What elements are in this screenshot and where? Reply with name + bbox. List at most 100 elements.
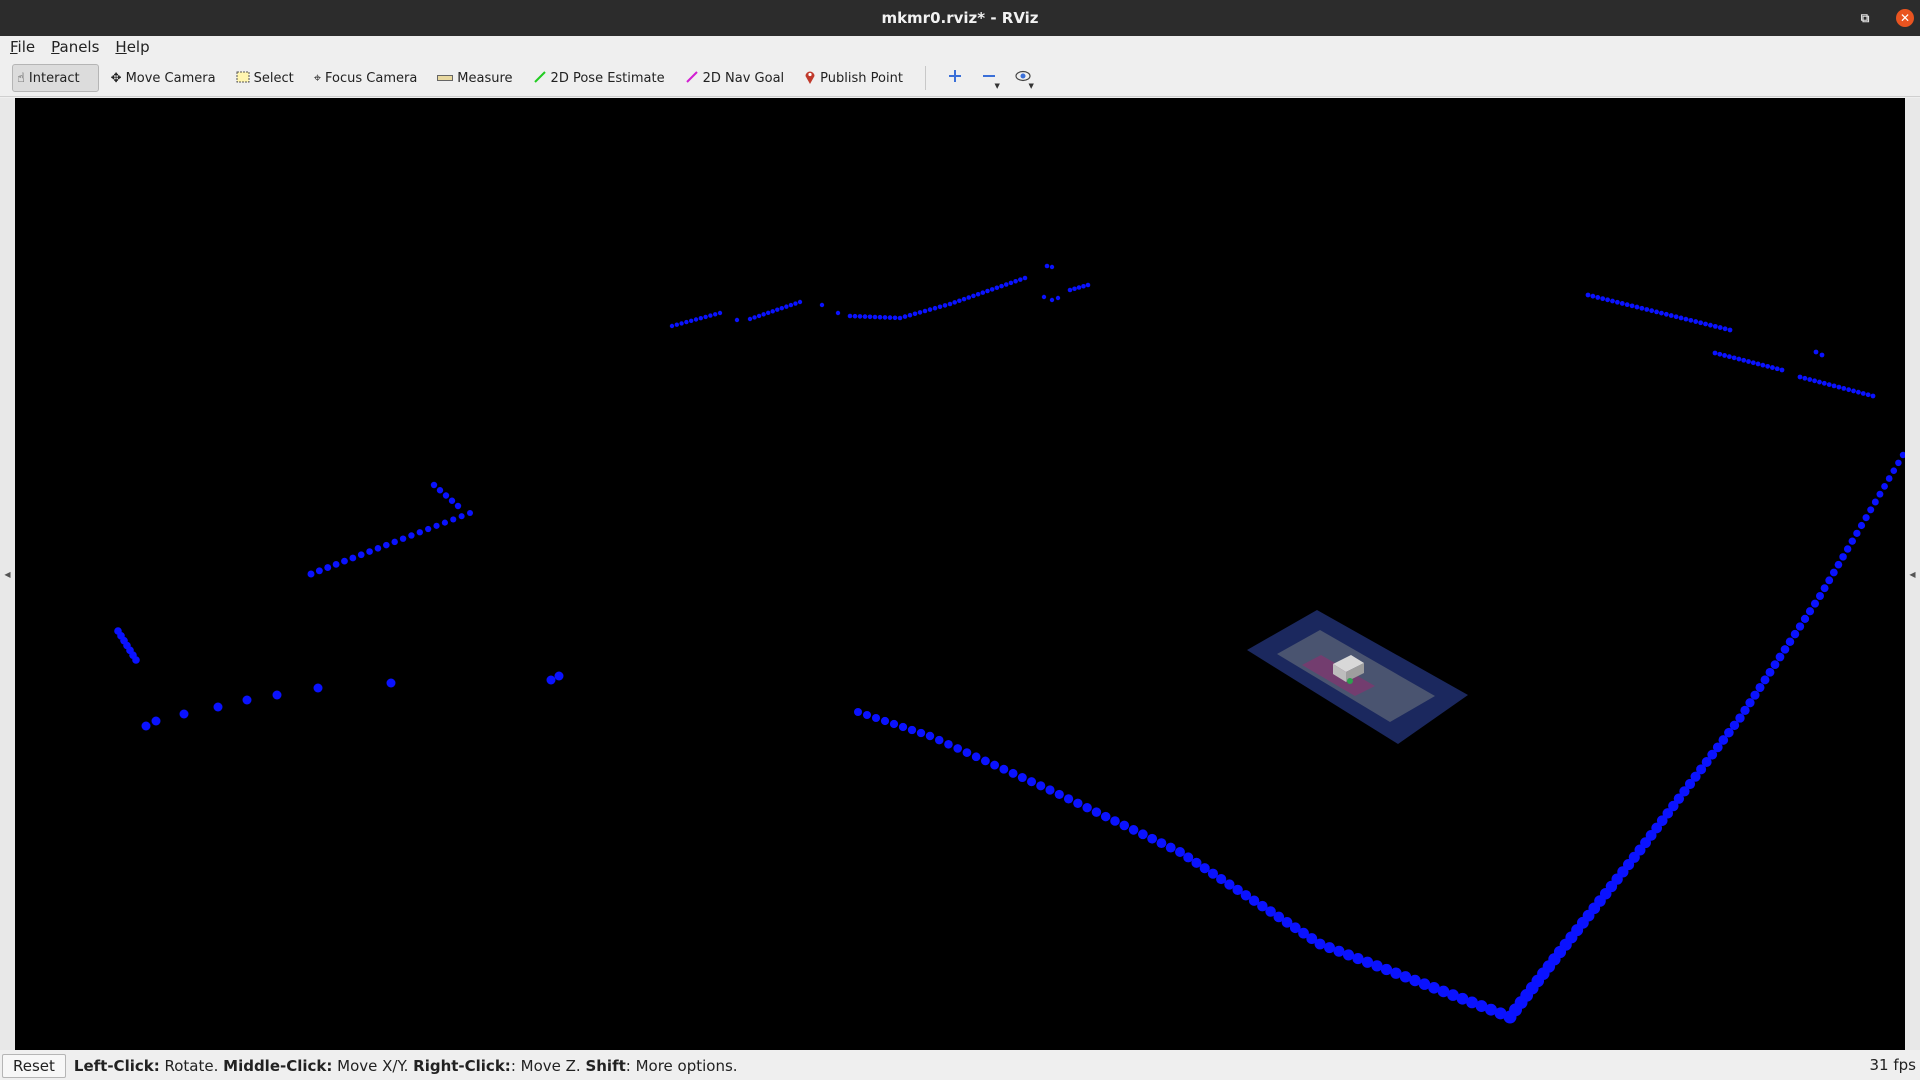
laser-point bbox=[947, 301, 953, 307]
laser-point bbox=[862, 314, 868, 319]
menu-help[interactable]: Help bbox=[105, 38, 155, 56]
menu-panels[interactable]: Panels bbox=[41, 38, 105, 56]
laser-point bbox=[713, 312, 718, 317]
laser-point bbox=[1797, 374, 1803, 380]
select-tool-button[interactable]: Select bbox=[228, 64, 302, 92]
laser-point bbox=[871, 713, 881, 723]
right-dock-collapse-handle[interactable]: ◀ bbox=[1905, 98, 1920, 1050]
laser-point bbox=[1820, 584, 1829, 593]
laser-point bbox=[1726, 354, 1732, 360]
laser-point bbox=[1683, 316, 1689, 322]
laser-point bbox=[1049, 297, 1055, 303]
restore-window-button[interactable]: ⧉ bbox=[1850, 0, 1880, 36]
laser-point bbox=[1839, 553, 1847, 561]
laser-point bbox=[1044, 263, 1050, 269]
laser-point bbox=[1072, 286, 1077, 292]
laser-point bbox=[366, 548, 373, 555]
laser-point bbox=[1881, 482, 1888, 490]
laser-point bbox=[1634, 304, 1640, 310]
publish-point-tool-button[interactable]: Publish Point bbox=[796, 64, 911, 92]
laser-point bbox=[922, 308, 928, 314]
laser-point bbox=[1785, 637, 1795, 646]
laser-point bbox=[1049, 264, 1055, 270]
laser-point bbox=[942, 303, 948, 308]
laser-point bbox=[994, 285, 1000, 291]
laser-point bbox=[141, 721, 151, 731]
measure-tool-button[interactable]: Measure bbox=[429, 64, 520, 92]
laser-point bbox=[383, 541, 390, 549]
move-arrows-icon: ✥ bbox=[110, 70, 122, 86]
focus-camera-tool-button[interactable]: ⌖ Focus Camera bbox=[306, 64, 426, 92]
laser-point bbox=[1727, 327, 1733, 333]
laser-point bbox=[887, 315, 893, 320]
laser-point bbox=[1165, 842, 1176, 853]
laser-point bbox=[1614, 299, 1620, 305]
menu-file[interactable]: File bbox=[0, 38, 41, 56]
laser-point bbox=[1717, 325, 1723, 330]
laser-point bbox=[1821, 380, 1827, 386]
laser-point bbox=[1853, 529, 1861, 537]
laser-point bbox=[1183, 852, 1194, 863]
laser-point bbox=[1693, 319, 1699, 324]
laser-point bbox=[1765, 667, 1775, 677]
laser-point bbox=[1817, 379, 1822, 385]
laser-point bbox=[957, 298, 962, 304]
laser-point bbox=[1795, 622, 1805, 631]
laser-point bbox=[756, 313, 762, 319]
laser-point bbox=[989, 287, 995, 292]
laser-point bbox=[1703, 321, 1708, 327]
laser-point bbox=[1867, 506, 1875, 514]
laser-point bbox=[1629, 303, 1635, 309]
view-options-button[interactable]: ▼ bbox=[1008, 64, 1038, 92]
laser-point bbox=[999, 764, 1009, 774]
interact-tool-button[interactable]: ☝ Interact bbox=[12, 64, 99, 92]
pose-estimate-tool-button[interactable]: 2D Pose Estimate bbox=[525, 64, 673, 92]
green-arrow-icon bbox=[533, 70, 547, 87]
laser-point bbox=[1841, 386, 1847, 391]
laser-point bbox=[1770, 365, 1775, 370]
laser-point bbox=[1688, 317, 1694, 323]
laser-point bbox=[898, 722, 908, 732]
laser-point bbox=[1600, 296, 1606, 302]
laser-point bbox=[1147, 833, 1158, 844]
laser-point bbox=[952, 300, 957, 305]
ruler-icon bbox=[437, 72, 454, 85]
laser-point bbox=[862, 710, 872, 720]
interaction-hint: Left-Click: Rotate. Middle-Click: Move X… bbox=[73, 1057, 738, 1075]
laser-point bbox=[1639, 305, 1645, 311]
close-window-button[interactable]: ✕ bbox=[1896, 9, 1914, 27]
laser-point bbox=[708, 313, 713, 318]
laser-point bbox=[971, 293, 976, 299]
laser-point bbox=[374, 545, 382, 552]
laser-point bbox=[1041, 294, 1047, 300]
laser-point bbox=[734, 317, 740, 323]
left-dock-collapse-handle[interactable]: ◀ bbox=[0, 98, 15, 1050]
laser-point bbox=[765, 310, 771, 316]
laser-point bbox=[1324, 942, 1335, 954]
laser-point bbox=[1022, 275, 1028, 281]
laser-point bbox=[990, 760, 1000, 770]
remove-tool-button[interactable]: ▼ bbox=[974, 64, 1004, 92]
laser-point bbox=[386, 678, 396, 688]
add-tool-button[interactable] bbox=[940, 64, 970, 92]
laser-point bbox=[1760, 362, 1766, 368]
nav-goal-tool-button[interactable]: 2D Nav Goal bbox=[677, 64, 793, 92]
reset-button[interactable]: Reset bbox=[2, 1054, 66, 1078]
laser-point bbox=[1076, 285, 1082, 290]
laser-point bbox=[689, 318, 694, 323]
laser-point bbox=[272, 690, 282, 700]
laser-point bbox=[1826, 382, 1832, 387]
laser-point bbox=[307, 570, 315, 578]
add-tool-icon bbox=[948, 69, 962, 87]
laser-point bbox=[902, 314, 908, 319]
laser-point bbox=[847, 313, 853, 319]
3d-render-viewport[interactable] bbox=[15, 98, 1905, 1050]
robot-footprint bbox=[1247, 610, 1468, 744]
magenta-arrow-icon bbox=[685, 70, 699, 87]
laser-point bbox=[854, 708, 862, 716]
laser-point bbox=[1750, 360, 1756, 366]
laser-point bbox=[1755, 682, 1765, 693]
move-camera-tool-button[interactable]: ✥ Move Camera bbox=[103, 64, 224, 92]
laser-point bbox=[1128, 825, 1139, 835]
laser-point bbox=[1712, 323, 1718, 329]
